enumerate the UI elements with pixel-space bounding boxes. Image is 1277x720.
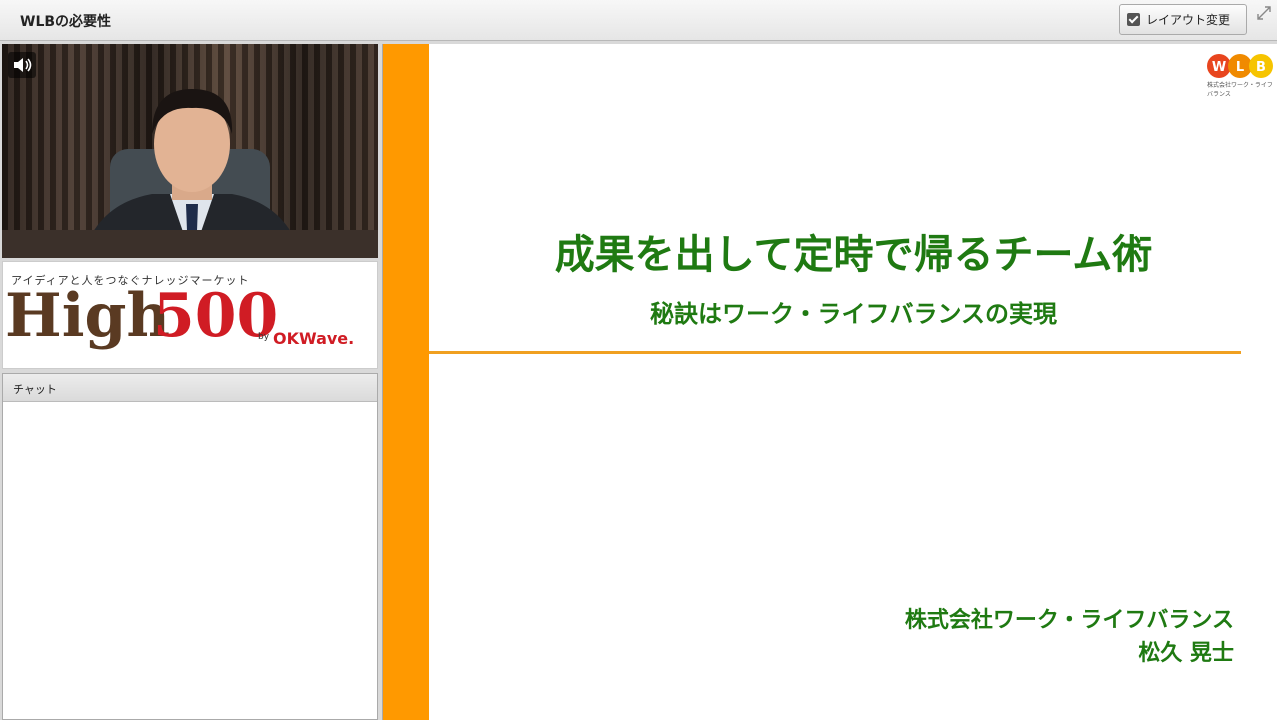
chat-panel: チャット bbox=[2, 373, 378, 720]
speaker-button[interactable] bbox=[8, 52, 36, 78]
svg-text:W: W bbox=[1212, 60, 1226, 75]
layout-change-button[interactable]: レイアウト変更 bbox=[1119, 4, 1247, 35]
svg-text:L: L bbox=[1236, 60, 1244, 75]
slide-divider bbox=[429, 351, 1241, 354]
layout-change-label: レイアウト変更 bbox=[1146, 13, 1231, 27]
company-name: 株式会社ワーク・ライフバランス bbox=[904, 608, 1234, 633]
expand-icon[interactable] bbox=[1255, 4, 1273, 22]
presentation-slide: W L B 株式会社ワーク・ライフバランス 成果を出して定時で帰るチーム術 秘訣… bbox=[382, 44, 1277, 720]
sponsor-banner[interactable]: アイディアと人をつなぐナレッジマーケット High 500 by OKWave. bbox=[2, 261, 378, 369]
okwave-logo: OKWave. bbox=[273, 329, 355, 348]
checkbox-icon bbox=[1127, 13, 1140, 26]
slide-accent-bar bbox=[383, 44, 429, 720]
svg-text:B: B bbox=[1256, 60, 1266, 75]
left-panel: アイディアと人をつなぐナレッジマーケット High 500 by OKWave.… bbox=[0, 42, 380, 720]
presenter-figure bbox=[82, 89, 302, 258]
presenter-info: 株式会社ワーク・ライフバランス 松久 晃士 bbox=[905, 604, 1234, 670]
chat-header: チャット bbox=[3, 374, 377, 402]
presenter-video bbox=[2, 44, 378, 258]
banner-by: by bbox=[258, 332, 270, 342]
slide-subtitle: 秘訣はワーク・ライフバランスの実現 bbox=[649, 300, 1058, 328]
logo-caption: 株式会社ワーク・ライフバランス bbox=[1207, 82, 1273, 98]
speaker-icon bbox=[14, 58, 32, 72]
top-bar: WLBの必要性 レイアウト変更 bbox=[0, 0, 1277, 41]
slide-title: 成果を出して定時で帰るチーム術 bbox=[554, 232, 1153, 278]
window-title: WLBの必要性 bbox=[20, 14, 112, 30]
banner-brand: High bbox=[5, 281, 171, 351]
presenter-name: 松久 晃士 bbox=[1138, 641, 1234, 666]
